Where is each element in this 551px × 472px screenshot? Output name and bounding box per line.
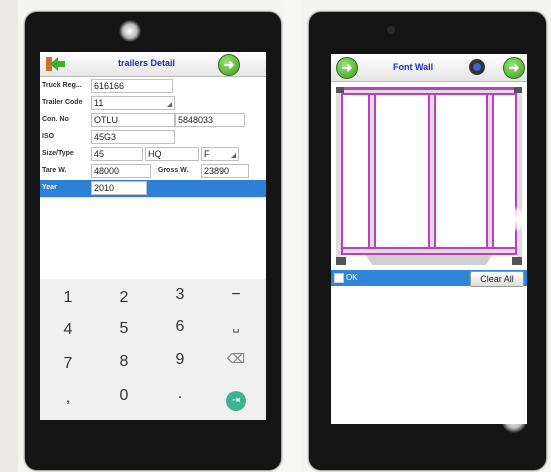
tare-row: Tare W. 48000 Gross W. 23890 (40, 163, 266, 181)
gross-field[interactable]: 23890 (201, 164, 249, 178)
ok-checkbox[interactable] (334, 273, 344, 283)
year-row: Year 2010 (40, 180, 266, 198)
numeric-keypad: 1 2 3 − 4 5 6 ␣ 7 8 9 ⌫ , 0 . ⇥ (40, 279, 266, 420)
key-8[interactable]: 8 (96, 345, 152, 379)
gross-label: Gross W. (158, 167, 189, 174)
space-key[interactable]: ␣ (208, 310, 264, 344)
trailer-code-dropdown[interactable]: 11 (91, 96, 175, 110)
key-1[interactable]: 1 (40, 281, 96, 315)
top-bar: trailers Detail ➜ (40, 52, 266, 77)
year-label: Year (42, 184, 57, 191)
front-camera (123, 26, 131, 34)
comma-key[interactable]: , (40, 381, 96, 415)
con-no-prefix-field[interactable]: OTLU (91, 113, 175, 127)
iso-label: ISO (42, 133, 55, 140)
arrow-left-icon[interactable] (46, 56, 66, 72)
phone-left: trailers Detail ➜ Truck Reg... 616166 Tr… (25, 12, 281, 470)
type-field[interactable]: HQ (145, 147, 199, 161)
clear-all-button[interactable]: Clear All (470, 271, 524, 287)
key-9[interactable]: 9 (152, 343, 208, 377)
front-wall-diagram[interactable] (336, 87, 522, 265)
period-key[interactable]: . (152, 377, 208, 411)
minus-key[interactable]: − (208, 278, 264, 312)
tare-label: Tare W. (42, 167, 67, 174)
key-7[interactable]: 7 (40, 347, 96, 381)
page-title: Font Wall (393, 62, 434, 72)
key-2[interactable]: 2 (96, 281, 152, 315)
iso-field[interactable]: 45G3 (91, 130, 175, 144)
ok-label: OK (346, 273, 358, 282)
enter-key[interactable]: ⇥ (226, 391, 246, 411)
backspace-key[interactable]: ⌫ (208, 342, 264, 376)
con-no-label: Con. No (42, 116, 69, 123)
truck-reg-label: Truck Reg... (42, 82, 82, 89)
light-reflection (190, 252, 216, 278)
key-0[interactable]: 0 (96, 379, 152, 413)
key-5[interactable]: 5 (96, 312, 152, 346)
size-type-label: Size/Type (42, 150, 74, 157)
arrow-right-icon[interactable]: ➜ (218, 54, 240, 76)
top-bar: ➜ Font Wall ➜ (331, 54, 527, 82)
trailers-detail-screen: trailers Detail ➜ Truck Reg... 616166 Tr… (40, 52, 266, 420)
con-no-number-field[interactable]: 5848033 (175, 113, 245, 127)
trailer-code-row: Trailer Code 11 (40, 95, 266, 113)
size-type-extra-dropdown[interactable]: F (201, 147, 239, 161)
page-title: trailers Detail (118, 58, 176, 68)
phone-right: ➜ Font Wall ➜ OK Clear All (309, 12, 546, 470)
background-left (0, 0, 18, 472)
ok-bar: OK Clear All (331, 270, 527, 287)
front-camera (387, 26, 395, 34)
font-wall-screen: ➜ Font Wall ➜ OK Clear All (331, 54, 527, 424)
truck-reg-row: Truck Reg... 616166 (40, 78, 266, 96)
arrow-right-icon[interactable]: ➜ (503, 57, 525, 79)
trailer-code-label: Trailer Code (42, 99, 83, 106)
background-middle (284, 0, 302, 472)
year-field[interactable]: 2010 (91, 181, 147, 195)
arrow-left-icon[interactable]: ➜ (336, 57, 358, 79)
size-field[interactable]: 45 (91, 147, 143, 161)
size-type-row: Size/Type 45 HQ F (40, 146, 266, 164)
iso-row: ISO 45G3 (40, 129, 266, 147)
con-no-row: Con. No OTLU 5848033 (40, 112, 266, 130)
tare-field[interactable]: 48000 (91, 164, 151, 178)
camera-icon[interactable] (469, 59, 485, 75)
key-6[interactable]: 6 (152, 310, 208, 344)
key-4[interactable]: 4 (40, 313, 96, 347)
truck-reg-field[interactable]: 616166 (91, 79, 173, 93)
key-3[interactable]: 3 (152, 278, 208, 312)
